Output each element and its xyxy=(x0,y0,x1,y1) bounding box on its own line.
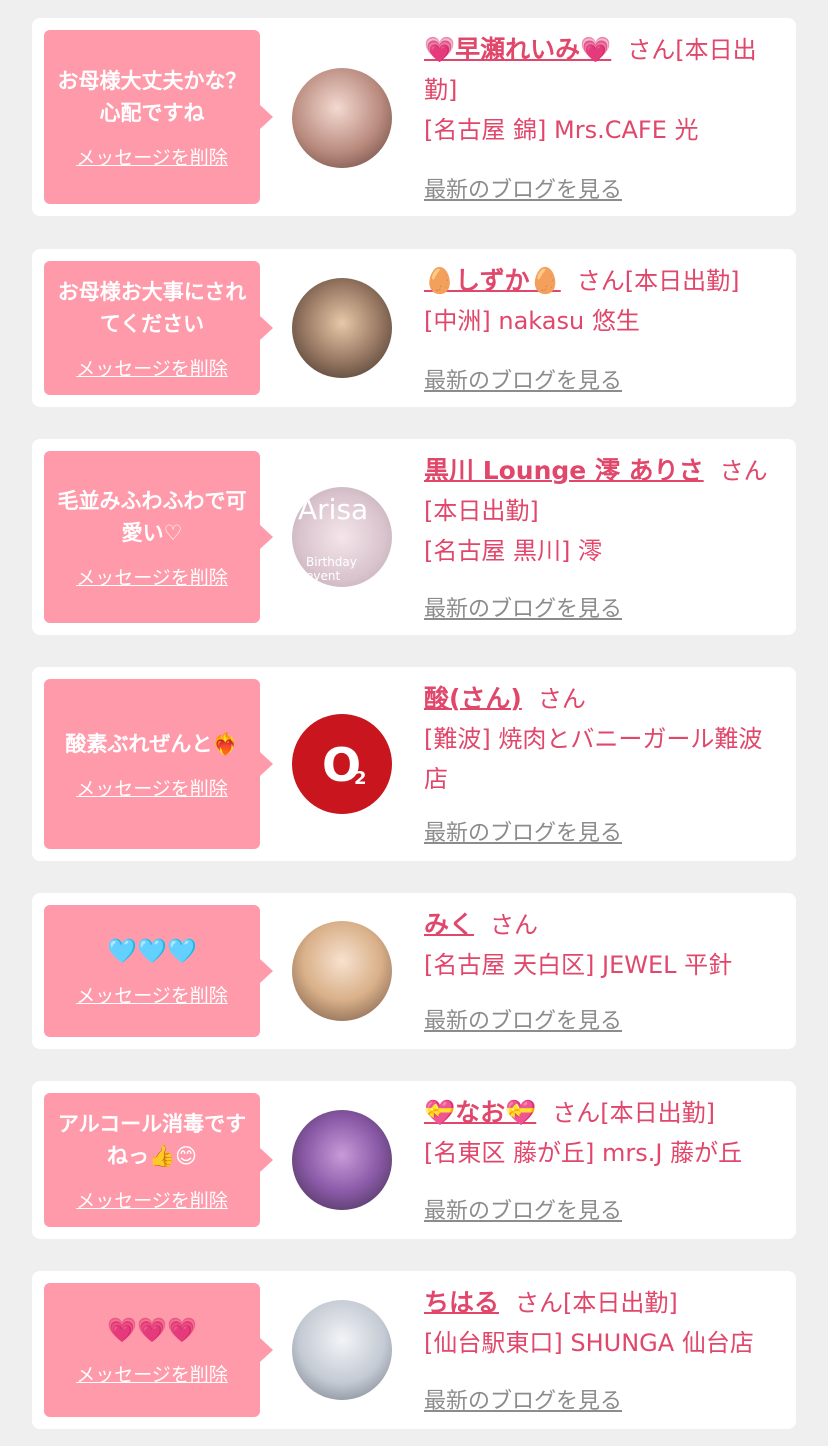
avatar-subcaption: Birthday event xyxy=(306,555,357,583)
message-text: お母様大丈夫かな？心配ですね xyxy=(57,68,247,125)
message-text: アルコール消毒ですねっ👍😊 xyxy=(57,1111,247,1168)
delete-message-link[interactable]: メッセージを削除 xyxy=(76,563,228,590)
message-text: 酸素ぶれぜんと❤️‍🔥 xyxy=(65,731,239,756)
cast-info: 🥚しずか🥚 さん[本日出勤] [中洲] nakasu 悠生 xyxy=(424,261,786,341)
message-text: 🩵🩵🩵 xyxy=(107,936,197,965)
delete-message-link[interactable]: メッセージを削除 xyxy=(76,143,228,170)
latest-blog-link[interactable]: 最新のブログを見る xyxy=(424,172,622,204)
avatar[interactable]: Arisa Birthday event xyxy=(292,487,392,587)
cast-name-link[interactable]: みく xyxy=(424,910,474,939)
avatar[interactable] xyxy=(292,1300,392,1400)
honorific: さん xyxy=(576,267,625,295)
area: [名古屋 黒川] xyxy=(424,537,571,565)
message-text: お母様お大事にされてください xyxy=(57,279,247,336)
honorific: さん xyxy=(719,457,768,485)
attendance-status: [本日出勤] xyxy=(563,1289,678,1317)
message-card: 💗💗💗 メッセージを削除 ちはる さん[本日出勤] [仙台駅東口] SHUNGA … xyxy=(32,1271,796,1429)
honorific: さん xyxy=(515,1289,564,1317)
cast-name-link[interactable]: 酸(さん) xyxy=(424,684,522,713)
cast-info: 酸(さん) さん [難波] 焼肉とバニーガール難波店 xyxy=(424,679,786,799)
message-bubble: 酸素ぶれぜんと❤️‍🔥 メッセージを削除 xyxy=(44,679,273,849)
message-bubble: アルコール消毒ですねっ👍😊 メッセージを削除 xyxy=(44,1093,273,1227)
message-card: お母様大丈夫かな？心配ですね メッセージを削除 💗早瀬れいみ💗 さん[本日出勤] … xyxy=(32,18,796,216)
avatar[interactable] xyxy=(292,68,392,168)
message-card: アルコール消毒ですねっ👍😊 メッセージを削除 💝なお💝 さん[本日出勤] [名東区… xyxy=(32,1081,796,1239)
avatar[interactable] xyxy=(292,1110,392,1210)
area: [中洲] xyxy=(424,307,491,335)
avatar[interactable]: O 2 xyxy=(292,714,392,814)
cast-info: みく さん [名古屋 天白区] JEWEL 平針 xyxy=(424,905,786,985)
avatar[interactable] xyxy=(292,278,392,378)
cast-info: 💗早瀬れいみ💗 さん[本日出勤] [名古屋 錦] Mrs.CAFE 光 xyxy=(424,30,786,150)
area: [仙台駅東口] xyxy=(424,1329,563,1357)
avatar[interactable] xyxy=(292,921,392,1021)
shop-name: 澪 xyxy=(578,537,602,565)
message-card: 酸素ぶれぜんと❤️‍🔥 メッセージを削除 O 2 酸(さん) さん [難波] 焼肉… xyxy=(32,667,796,861)
honorific: さん xyxy=(627,36,676,64)
area: [名古屋 錦] xyxy=(424,116,547,144)
avatar-logo-subscript: 2 xyxy=(354,768,367,789)
shop-name: SHUNGA 仙台店 xyxy=(570,1329,754,1357)
latest-blog-link[interactable]: 最新のブログを見る xyxy=(424,1193,622,1225)
attendance-status: [本日出勤] xyxy=(600,1099,715,1127)
cast-name-link[interactable]: 黒川 Lounge 澪 ありさ xyxy=(424,456,704,485)
message-bubble: お母様大丈夫かな？心配ですね メッセージを削除 xyxy=(44,30,273,204)
latest-blog-link[interactable]: 最新のブログを見る xyxy=(424,363,622,395)
message-bubble: 🩵🩵🩵 メッセージを削除 xyxy=(44,905,273,1037)
attendance-status: [本日出勤] xyxy=(424,497,539,525)
message-bubble: 毛並みふわふわで可愛い♡ メッセージを削除 xyxy=(44,451,273,623)
honorific: さん xyxy=(490,911,539,939)
message-list: お母様大丈夫かな？心配ですね メッセージを削除 💗早瀬れいみ💗 さん[本日出勤] … xyxy=(0,0,828,1446)
latest-blog-link[interactable]: 最新のブログを見る xyxy=(424,591,622,623)
area: [名古屋 天白区] xyxy=(424,951,595,979)
delete-message-link[interactable]: メッセージを削除 xyxy=(76,1360,228,1387)
area: [名東区 藤が丘] xyxy=(424,1139,595,1167)
message-bubble: 💗💗💗 メッセージを削除 xyxy=(44,1283,273,1417)
cast-info: 💝なお💝 さん[本日出勤] [名東区 藤が丘] mrs.J 藤が丘 xyxy=(424,1093,786,1173)
cast-name-link[interactable]: 💝なお💝 xyxy=(424,1098,536,1127)
delete-message-link[interactable]: メッセージを削除 xyxy=(76,774,228,801)
message-card: お母様お大事にされてください メッセージを削除 🥚しずか🥚 さん[本日出勤] [中… xyxy=(32,249,796,407)
message-card: 毛並みふわふわで可愛い♡ メッセージを削除 Arisa Birthday eve… xyxy=(32,439,796,635)
message-text: 💗💗💗 xyxy=(107,1315,197,1344)
avatar-caption: Arisa xyxy=(298,493,369,526)
message-bubble: お母様お大事にされてください メッセージを削除 xyxy=(44,261,273,395)
cast-name-link[interactable]: ちはる xyxy=(424,1288,499,1317)
attendance-status: [本日出勤] xyxy=(624,267,740,295)
area: [難波] xyxy=(424,725,491,753)
latest-blog-link[interactable]: 最新のブログを見る xyxy=(424,1383,622,1415)
delete-message-link[interactable]: メッセージを削除 xyxy=(76,354,228,381)
cast-info: 黒川 Lounge 澪 ありさ さん [本日出勤] [名古屋 黒川] 澪 xyxy=(424,451,786,571)
latest-blog-link[interactable]: 最新のブログを見る xyxy=(424,815,622,847)
cast-info: ちはる さん[本日出勤] [仙台駅東口] SHUNGA 仙台店 xyxy=(424,1283,786,1363)
shop-name: Mrs.CAFE 光 xyxy=(554,116,699,144)
shop-name: JEWEL 平針 xyxy=(602,951,733,979)
honorific: さん xyxy=(552,1099,601,1127)
cast-name-link[interactable]: 💗早瀬れいみ💗 xyxy=(424,35,611,64)
delete-message-link[interactable]: メッセージを削除 xyxy=(76,981,228,1008)
shop-name: nakasu 悠生 xyxy=(498,307,640,335)
honorific: さん xyxy=(537,685,586,713)
message-text: 毛並みふわふわで可愛い♡ xyxy=(57,488,247,545)
cast-name-link[interactable]: 🥚しずか🥚 xyxy=(424,266,561,295)
shop-name: mrs.J 藤が丘 xyxy=(602,1139,743,1167)
latest-blog-link[interactable]: 最新のブログを見る xyxy=(424,1003,622,1035)
message-card: 🩵🩵🩵 メッセージを削除 みく さん [名古屋 天白区] JEWEL 平針 最新の… xyxy=(32,893,796,1049)
delete-message-link[interactable]: メッセージを削除 xyxy=(76,1186,228,1213)
